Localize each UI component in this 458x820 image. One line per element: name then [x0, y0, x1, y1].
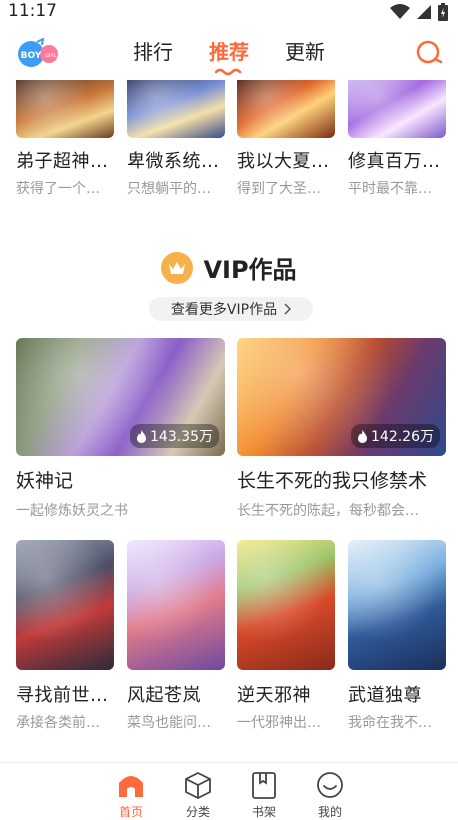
comic-cover — [348, 540, 446, 670]
comic-title: 我以大夏… — [237, 151, 330, 172]
wifi-icon — [390, 4, 410, 19]
comic-cover — [237, 540, 335, 670]
active-tab-indicator — [215, 68, 242, 76]
comic-title: 风起苍岚 — [127, 685, 201, 706]
status-icons — [390, 3, 448, 21]
nav-category-label: 分类 — [185, 805, 210, 819]
comic-desc: 一起修炼妖灵之书 — [16, 503, 128, 519]
bookshelf-icon — [252, 772, 276, 799]
view-count-badge: 142.26万 — [351, 424, 440, 448]
cube-icon — [185, 771, 211, 799]
nav-profile[interactable]: 我的 — [305, 771, 355, 820]
comic-card[interactable]: 寻找前世… 承接各类前… — [16, 540, 114, 732]
tab-ranking[interactable]: 排行 — [133, 36, 173, 65]
comic-desc: 获得了一个… — [16, 181, 100, 197]
comic-title: 弟子超神… — [16, 151, 109, 172]
nav-home[interactable]: 首页 — [106, 771, 156, 820]
flame-icon — [137, 429, 146, 443]
comic-cover: 143.35万 — [16, 338, 225, 456]
comic-title: 卑微系统… — [127, 151, 220, 172]
nav-home-label: 首页 — [118, 805, 143, 819]
status-time: 11:17 — [8, 1, 57, 21]
comic-desc: 平时最不靠… — [348, 181, 432, 197]
more-vip-button[interactable]: 查看更多VIP作品 — [149, 297, 313, 321]
comic-cover — [237, 80, 335, 138]
comic-title: 逆天邪神 — [237, 685, 311, 706]
comic-desc: 我命在我不… — [348, 715, 432, 731]
comic-cover — [348, 80, 446, 138]
comic-desc: 菜鸟也能问… — [127, 715, 211, 731]
comic-card[interactable]: 弟子超神… 获得了一个… — [16, 80, 114, 198]
battery-icon — [438, 3, 448, 21]
cellular-signal-icon — [417, 5, 431, 19]
search-icon[interactable] — [414, 38, 444, 68]
comic-cover — [16, 80, 114, 138]
comic-desc: 承接各类前… — [16, 715, 100, 731]
comic-title: 长生不死的我只修禁术 — [237, 470, 428, 492]
app-header: BOY GIRL 排行 推荐 更新 — [0, 24, 458, 80]
view-count-badge: 143.35万 — [130, 424, 219, 448]
comic-card[interactable]: 修真百万… 平时最不靠… — [348, 80, 446, 198]
nav-category[interactable]: 分类 — [173, 771, 223, 820]
comic-card[interactable]: 武道独尊 我命在我不… — [348, 540, 446, 732]
comic-desc: 只想躺平的… — [127, 181, 211, 197]
vip-featured-card[interactable]: 142.26万 长生不死的我只修禁术 长生不死的陈起，每秒都会… — [237, 338, 446, 520]
view-count: 143.35万 — [150, 429, 213, 445]
comic-title: 武道独尊 — [348, 685, 422, 706]
comic-cover: 142.26万 — [237, 338, 446, 456]
vip-featured-card[interactable]: 143.35万 妖神记 一起修炼妖灵之书 — [16, 338, 225, 520]
comic-title: 妖神记 — [16, 470, 74, 492]
nav-profile-label: 我的 — [317, 805, 342, 819]
nav-bookshelf[interactable]: 书架 — [239, 771, 289, 820]
view-count: 142.26万 — [371, 429, 434, 445]
tab-recommend[interactable]: 推荐 — [209, 36, 249, 76]
comic-cover — [127, 540, 225, 670]
flame-icon — [358, 429, 367, 443]
comic-cover — [16, 540, 114, 670]
header-tabs: 排行 推荐 更新 — [0, 36, 458, 76]
comic-desc: 长生不死的陈起，每秒都会… — [237, 503, 419, 519]
comic-cover — [127, 80, 225, 138]
comic-title: 寻找前世… — [16, 685, 109, 706]
status-bar: 11:17 — [0, 0, 458, 24]
comic-card[interactable]: 风起苍岚 菜鸟也能问… — [127, 540, 225, 732]
comic-card[interactable]: 我以大夏… 得到了大圣… — [237, 80, 335, 198]
home-icon — [119, 776, 143, 797]
bottom-nav: 首页 分类 书架 我的 — [0, 762, 458, 820]
comic-desc: 得到了大圣… — [237, 181, 321, 197]
comic-desc: 一代邪神出… — [237, 715, 321, 731]
crown-icon — [161, 251, 194, 284]
vip-section-header: VIP作品 — [0, 250, 458, 285]
more-vip-label: 查看更多VIP作品 — [170, 302, 278, 318]
comic-card[interactable]: 逆天邪神 一代邪神出… — [237, 540, 335, 732]
chevron-right-icon — [284, 303, 292, 315]
comic-card[interactable]: 卑微系统… 只想躺平的… — [127, 80, 225, 198]
vip-section-title: VIP作品 — [203, 256, 297, 284]
tab-recommend-label: 推荐 — [209, 40, 249, 64]
nav-bookshelf-label: 书架 — [251, 805, 276, 819]
tab-updates[interactable]: 更新 — [285, 36, 325, 65]
comic-title: 修真百万… — [348, 151, 441, 172]
profile-icon — [317, 772, 343, 798]
